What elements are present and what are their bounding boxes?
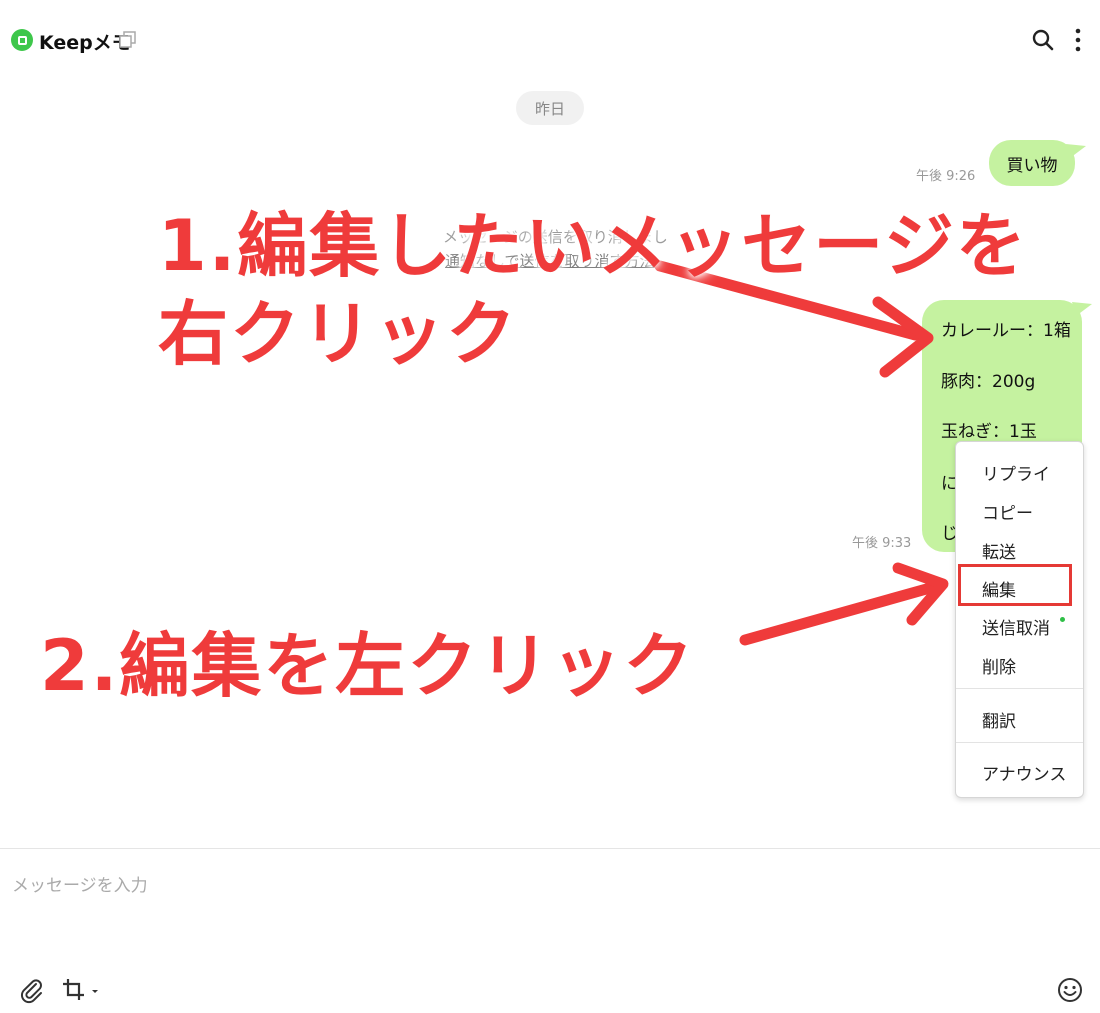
message-time: 午後 9:33 — [852, 536, 912, 551]
message-bubble[interactable]: 買い物 — [989, 140, 1075, 186]
bubble-tail — [1066, 144, 1086, 158]
message-time: 午後 9:26 — [916, 169, 976, 184]
menu-item-announce[interactable]: アナウンス — [982, 760, 1066, 785]
paperclip-icon[interactable] — [18, 976, 46, 1004]
menu-divider — [956, 742, 1083, 743]
composer-divider — [0, 848, 1100, 849]
arrow-2-head — [892, 562, 949, 626]
menu-divider — [956, 688, 1083, 689]
annotation-step1-line2: 右クリック — [158, 293, 518, 375]
message-text: 買い物 — [1006, 155, 1058, 176]
annotation-step2: 2.編集を左クリック — [40, 625, 696, 707]
menu-item-unsend[interactable]: 送信取消 — [982, 614, 1050, 639]
context-menu: リプライ コピー 転送 編集 送信取消 削除 翻訳 アナウンス — [955, 441, 1084, 798]
chat-title: Keepメモ — [39, 32, 131, 54]
arrow-2 — [739, 582, 936, 646]
emoji-icon[interactable] — [1056, 976, 1084, 1004]
menu-item-copy[interactable]: コピー — [982, 499, 1033, 524]
copy-icon[interactable] — [118, 30, 138, 50]
more-vertical-icon[interactable] — [1068, 25, 1088, 55]
message-input[interactable] — [12, 866, 1082, 906]
message-line: 豚肉：200g — [941, 372, 1036, 392]
edit-highlight-box — [958, 564, 1072, 606]
chat-header: Keepメモ — [0, 0, 1100, 80]
arrow-1-head — [872, 296, 934, 378]
new-badge-dot — [1060, 617, 1065, 622]
message-line: 玉ねぎ：1玉 — [941, 422, 1037, 442]
annotation-step1-line1: 1.編集したいメッセージを — [158, 205, 1028, 287]
search-icon[interactable] — [1030, 27, 1056, 53]
menu-item-delete[interactable]: 削除 — [982, 653, 1016, 678]
menu-item-forward[interactable]: 転送 — [982, 538, 1016, 563]
bubble-tail — [1072, 302, 1092, 316]
date-divider: 昨日 — [516, 91, 584, 125]
menu-item-reply[interactable]: リプライ — [982, 460, 1050, 485]
keep-icon — [11, 29, 33, 51]
menu-item-translate[interactable]: 翻訳 — [982, 707, 1016, 732]
crop-icon[interactable] — [60, 976, 104, 1004]
message-line: カレールー：1箱 — [941, 321, 1071, 341]
